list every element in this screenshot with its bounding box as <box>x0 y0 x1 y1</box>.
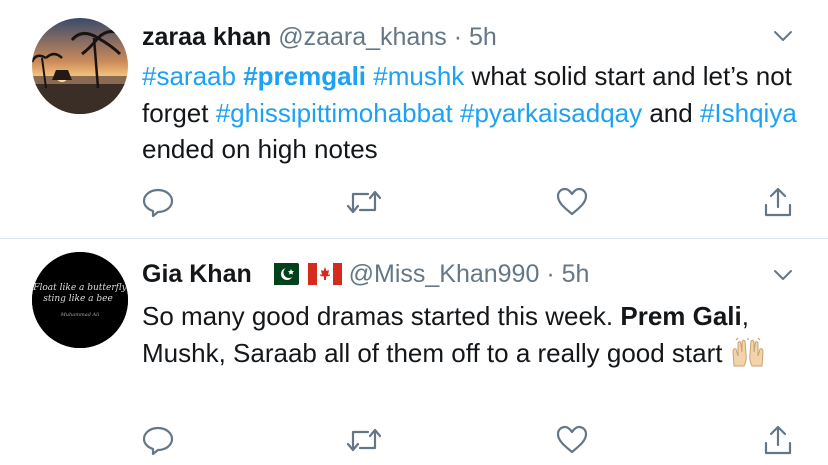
tweet-text: #saraab #premgali #mushk what solid star… <box>142 58 802 168</box>
reply-icon[interactable] <box>138 182 178 222</box>
display-name[interactable]: Gia Khan <box>142 260 252 288</box>
display-name[interactable]: zaraa khan <box>142 23 271 51</box>
avatar[interactable] <box>32 18 128 114</box>
tweet-text-segment: So many good dramas started this week. <box>142 301 621 331</box>
hashtag-link[interactable]: #ghissipittimohabbat <box>216 98 453 128</box>
like-icon[interactable] <box>552 420 592 460</box>
quote-avatar-image: Float like a butterfly sting like a bee … <box>32 252 128 348</box>
tweet-text-segment: ended on high notes <box>142 134 378 164</box>
avatar-quote-line: sting like a bee <box>43 294 113 304</box>
chevron-down-icon[interactable] <box>772 264 794 286</box>
hashtag-link[interactable]: #saraab <box>142 61 236 91</box>
tweet-actions <box>0 182 828 222</box>
tweet-text: So many good dramas started this week. P… <box>142 298 812 371</box>
retweet-icon[interactable] <box>344 182 384 222</box>
user-handle[interactable]: @zaara_khans <box>278 23 447 51</box>
like-icon[interactable] <box>552 182 592 222</box>
avatar-quote-line: Float like a butterfly <box>32 283 127 293</box>
avatar[interactable]: Float like a butterfly sting like a bee … <box>32 252 128 348</box>
bold-text: Prem Gali <box>620 301 742 331</box>
canada-flag <box>307 262 342 285</box>
hashtag-link[interactable]: #premgali <box>243 61 366 91</box>
separator-dot: · <box>546 260 555 288</box>
reply-icon[interactable] <box>138 420 178 460</box>
beach-sunset-avatar-image <box>32 18 128 114</box>
separator-dot: · <box>453 23 463 51</box>
user-handle[interactable]: @Miss_Khan990 <box>349 260 540 288</box>
tweet-header: Gia Khan @Miss_Khan990 · 5h <box>142 259 589 289</box>
pakistan-flag <box>264 262 299 285</box>
avatar-quote-author: Muhammad Ali <box>60 312 100 318</box>
timestamp[interactable]: 5h <box>562 260 590 288</box>
retweet-icon[interactable] <box>344 420 384 460</box>
tweet-text-segment: and <box>642 97 700 128</box>
hashtag-link[interactable]: #mushk <box>373 61 464 91</box>
tweet-text-segment <box>453 98 460 128</box>
tweet-divider <box>0 238 828 239</box>
chevron-down-icon[interactable] <box>772 25 794 47</box>
share-icon[interactable] <box>758 420 798 460</box>
tweet[interactable]: zaraa khan @zaara_khans · 5h #saraab #pr… <box>0 0 828 238</box>
share-icon[interactable] <box>758 182 798 222</box>
hashtag-link[interactable]: #pyarkaisadqay <box>460 98 642 128</box>
raised-hands-emoji <box>730 337 766 368</box>
tweet-actions <box>0 420 828 460</box>
tweet-header: zaraa khan @zaara_khans · 5h <box>142 22 497 52</box>
timestamp[interactable]: 5h <box>469 23 497 51</box>
hashtag-link[interactable]: #Ishqiya <box>700 98 797 128</box>
